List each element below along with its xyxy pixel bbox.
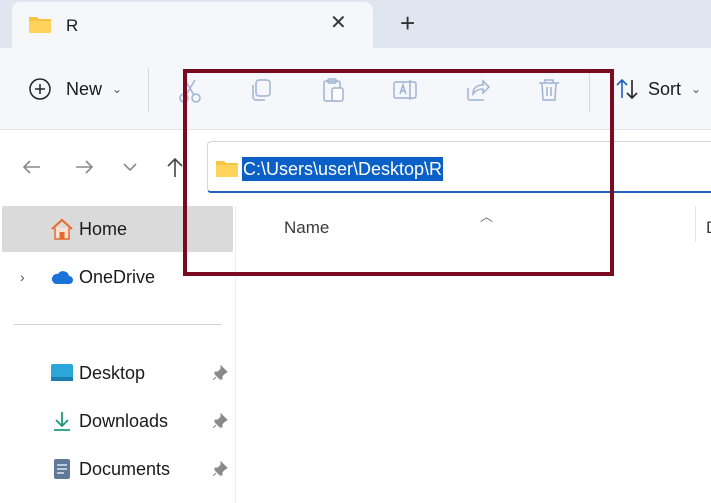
- folder-icon: [28, 14, 52, 39]
- forward-arrow-icon[interactable]: [72, 155, 96, 179]
- folder-icon: [215, 158, 239, 183]
- copy-icon[interactable]: [247, 76, 275, 104]
- add-circle-icon: [29, 78, 51, 100]
- delete-icon[interactable]: [535, 76, 563, 104]
- sidebar-item-label: Documents: [79, 459, 171, 479]
- cut-icon[interactable]: [176, 76, 204, 104]
- new-button[interactable]: New ⌄: [28, 74, 122, 104]
- documents-icon: [54, 459, 70, 479]
- sidebar-item-documents[interactable]: Documents: [2, 446, 233, 492]
- sort-label: Sort: [648, 78, 682, 99]
- chevron-down-icon: ⌄: [112, 82, 123, 96]
- paste-icon[interactable]: [319, 76, 347, 104]
- sidebar-item-downloads[interactable]: Downloads: [2, 398, 233, 444]
- chevron-right-icon[interactable]: ›: [20, 269, 25, 285]
- toolbar-divider: [148, 68, 149, 112]
- up-arrow-icon[interactable]: [163, 155, 187, 179]
- tab-bar: R ✕ +: [0, 0, 711, 48]
- command-bar: New ⌄ Sort ⌄: [0, 48, 711, 130]
- new-label: New: [66, 78, 103, 99]
- sidebar-item-home[interactable]: Home: [2, 206, 233, 252]
- address-path-text[interactable]: C:\Users\user\Desktop\R: [242, 157, 444, 181]
- sort-ascending-icon: ︿: [480, 209, 494, 224]
- sidebar-item-label: OneDrive: [79, 267, 156, 287]
- pin-icon[interactable]: [212, 413, 228, 429]
- sidebar-item-desktop[interactable]: Desktop: [2, 350, 233, 396]
- navigation-pane: Home › OneDrive Desktop Downloads Docume…: [0, 206, 236, 503]
- toolbar-divider: [589, 68, 590, 112]
- plus-icon[interactable]: +: [400, 10, 415, 36]
- close-icon[interactable]: ✕: [330, 13, 347, 33]
- download-icon: [54, 412, 70, 431]
- tab-title: R: [66, 16, 79, 35]
- column-header-name[interactable]: Name: [284, 218, 329, 238]
- desktop-icon: [51, 364, 73, 381]
- sort-icon: [616, 78, 638, 100]
- file-list: ︿ Name D: [237, 206, 711, 503]
- share-icon[interactable]: [463, 76, 491, 104]
- home-icon: [51, 218, 73, 240]
- sidebar-item-onedrive[interactable]: › OneDrive: [2, 254, 233, 300]
- column-header-partial[interactable]: D: [706, 218, 711, 238]
- sidebar-item-label: Downloads: [79, 411, 169, 431]
- cloud-icon: [51, 271, 73, 284]
- sidebar-item-label: Desktop: [79, 363, 146, 383]
- chevron-down-icon: ⌄: [691, 82, 702, 96]
- column-divider[interactable]: [695, 206, 696, 242]
- address-bar[interactable]: C:\Users\user\Desktop\R: [207, 141, 711, 193]
- rename-icon[interactable]: [391, 76, 419, 104]
- sort-button[interactable]: Sort ⌄: [614, 76, 701, 102]
- sidebar-divider: [14, 324, 222, 325]
- chevron-down-icon[interactable]: [118, 155, 142, 179]
- tab-r[interactable]: R ✕: [12, 2, 373, 48]
- pin-icon[interactable]: [212, 461, 228, 477]
- sidebar-item-label: Home: [79, 219, 128, 239]
- back-arrow-icon[interactable]: [20, 155, 44, 179]
- pin-icon[interactable]: [212, 365, 228, 381]
